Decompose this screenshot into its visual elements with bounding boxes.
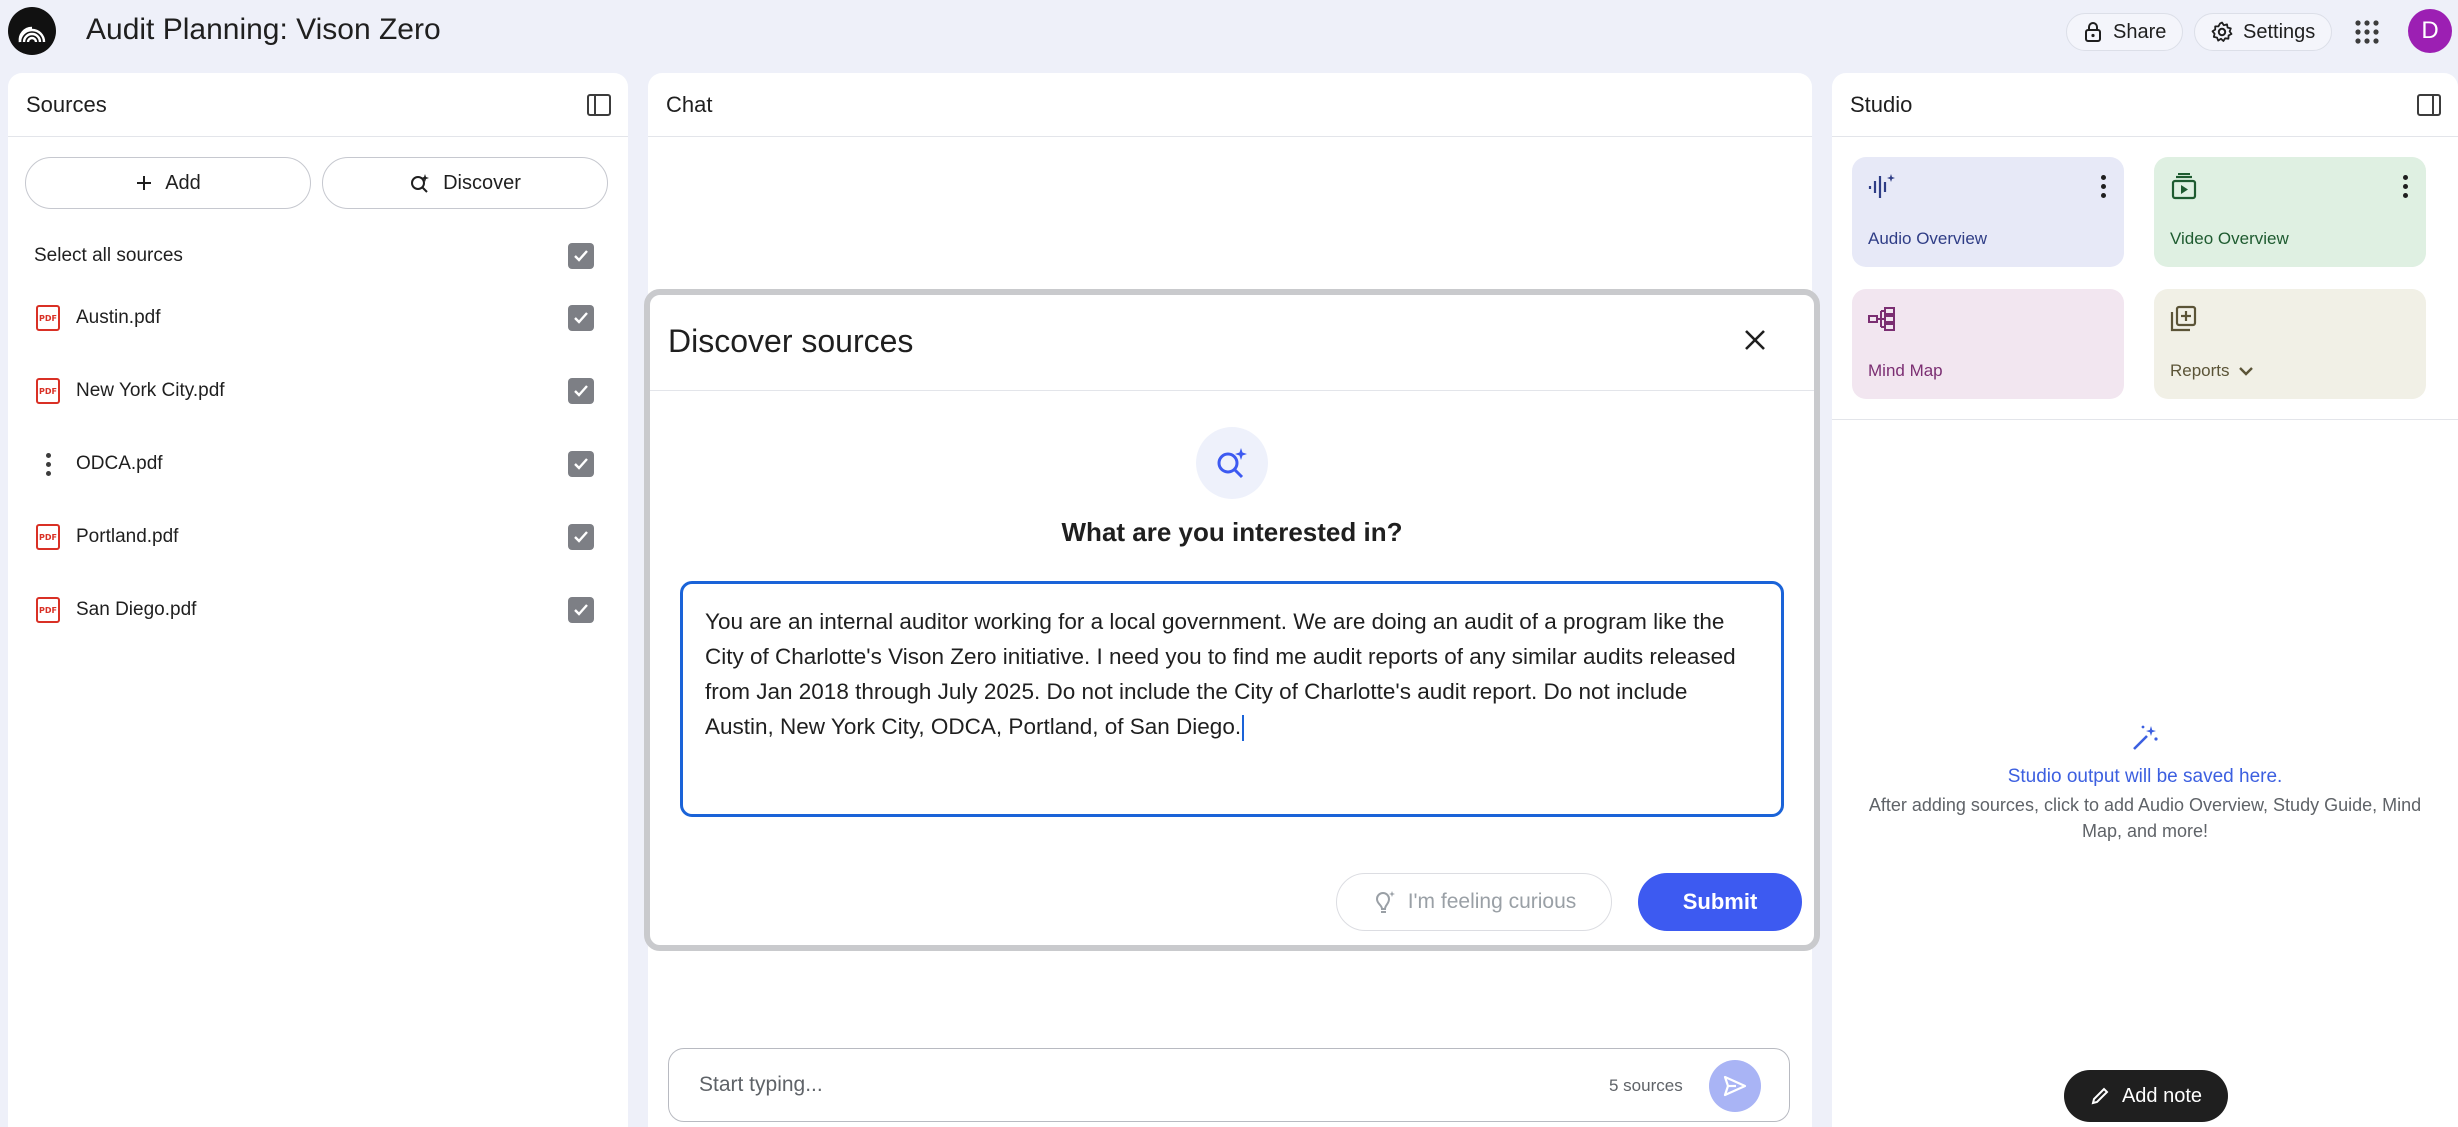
reports-tile[interactable]: Reports <box>2154 289 2426 399</box>
source-name: Portland.pdf <box>76 526 179 547</box>
close-icon[interactable] <box>1740 325 1770 355</box>
source-checkbox[interactable] <box>568 378 594 404</box>
more-vert-icon[interactable] <box>2403 175 2408 198</box>
source-item[interactable]: PDF San Diego.pdf <box>36 590 196 630</box>
more-vert-icon[interactable] <box>36 452 60 476</box>
source-item[interactable]: ODCA.pdf <box>36 444 163 484</box>
check-icon <box>574 250 588 262</box>
mind-map-icon <box>1868 307 1895 331</box>
pdf-icon: PDF <box>36 305 60 331</box>
feeling-curious-button[interactable]: I'm feeling curious <box>1336 873 1612 931</box>
query-text: You are an internal auditor working for … <box>705 609 1736 739</box>
text-caret <box>1242 715 1245 742</box>
check-icon <box>574 604 588 616</box>
settings-button[interactable]: Settings <box>2194 13 2333 51</box>
source-name: ODCA.pdf <box>76 453 163 474</box>
more-vert-icon[interactable] <box>2101 175 2106 198</box>
sources-title: Sources <box>26 91 107 117</box>
studio-panel: Studio Audio Overview Video Overview Min… <box>1832 73 2458 1127</box>
tile-label: Video Overview <box>2170 229 2289 248</box>
add-note-button[interactable]: Add note <box>2064 1070 2228 1122</box>
add-source-label: Add <box>165 171 201 194</box>
source-checkbox[interactable] <box>568 305 594 331</box>
gear-icon <box>2211 21 2233 42</box>
studio-header: Studio <box>1832 73 2458 137</box>
discover-label: Discover <box>443 171 521 194</box>
apps-grid-icon[interactable] <box>2352 17 2382 47</box>
mind-map-tile[interactable]: Mind Map <box>1852 289 2124 399</box>
source-checkbox[interactable] <box>568 524 594 550</box>
pdf-icon: PDF <box>36 378 60 404</box>
dialog-title: Discover sources <box>668 323 914 359</box>
discover-icon <box>411 174 430 193</box>
studio-title: Studio <box>1850 91 1913 117</box>
plus-icon <box>137 176 152 190</box>
tile-label: Reports <box>2170 361 2230 380</box>
magic-wand-icon <box>2133 725 2158 750</box>
source-item[interactable]: PDF Austin.pdf <box>36 298 161 338</box>
source-item[interactable]: PDF Portland.pdf <box>36 517 178 557</box>
top-bar: Audit Planning: Vison Zero Share Setting… <box>0 0 2458 62</box>
video-overview-tile[interactable]: Video Overview <box>2154 157 2426 267</box>
share-label: Share <box>2113 20 2167 43</box>
tile-label: Mind Map <box>1868 361 1943 380</box>
notebook-logo-icon[interactable] <box>8 7 56 55</box>
chevron-down-icon <box>2238 367 2253 376</box>
studio-empty-state: Studio output will be saved here. After … <box>1852 723 2438 844</box>
source-item[interactable]: PDF New York City.pdf <box>36 371 225 411</box>
audio-waveform-icon <box>1868 174 1895 198</box>
source-checkbox[interactable] <box>568 451 594 477</box>
settings-label: Settings <box>2243 20 2316 43</box>
add-source-button[interactable]: Add <box>25 157 311 209</box>
send-button[interactable] <box>1709 1060 1761 1112</box>
check-icon <box>574 385 588 397</box>
source-checkbox[interactable] <box>568 597 594 623</box>
check-icon <box>574 312 588 324</box>
audio-overview-tile[interactable]: Audio Overview <box>1852 157 2124 267</box>
dialog-question: What are you interested in? <box>1061 517 1403 547</box>
sources-panel: Sources Add Discover Select all sources … <box>8 73 628 1127</box>
studio-empty-title: Studio output will be saved here. <box>2007 766 2283 787</box>
submit-button[interactable]: Submit <box>1638 873 1802 931</box>
check-icon <box>574 458 588 470</box>
dialog-header: Discover sources <box>650 295 1814 391</box>
add-note-label: Add note <box>2121 1084 2203 1107</box>
sources-header: Sources <box>8 73 628 137</box>
divider <box>1832 419 2458 420</box>
share-button[interactable]: Share <box>2066 13 2184 51</box>
chat-placeholder: Start typing... <box>699 1073 823 1096</box>
source-count: 5 sources <box>1609 1076 1683 1095</box>
chat-header: Chat <box>648 73 1812 137</box>
source-name: Austin.pdf <box>76 307 161 328</box>
pencil-icon <box>2091 1087 2109 1105</box>
avatar[interactable]: D <box>2408 9 2452 53</box>
video-play-icon <box>2171 173 2197 200</box>
select-all-checkbox[interactable] <box>568 243 594 269</box>
notebook-title[interactable]: Audit Planning: Vison Zero <box>86 13 441 47</box>
collapse-panel-icon[interactable] <box>584 90 614 120</box>
feeling-curious-label: I'm feeling curious <box>1407 890 1577 913</box>
collapse-panel-icon[interactable] <box>2414 90 2444 120</box>
source-name: New York City.pdf <box>76 380 225 401</box>
tile-label: Audio Overview <box>1868 229 1988 248</box>
send-icon <box>1723 1075 1747 1097</box>
chat-input[interactable]: Start typing... 5 sources <box>668 1048 1790 1122</box>
chat-title: Chat <box>666 91 713 117</box>
lock-icon <box>2085 22 2101 42</box>
discover-button[interactable]: Discover <box>322 157 608 209</box>
pdf-icon: PDF <box>36 597 60 623</box>
discover-sources-dialog: Discover sources What are you interested… <box>644 289 1820 951</box>
discover-icon <box>1196 427 1268 499</box>
select-all-label: Select all sources <box>34 245 183 266</box>
check-icon <box>574 531 588 543</box>
source-name: San Diego.pdf <box>76 599 197 620</box>
reports-dropdown[interactable]: Reports <box>2170 361 2254 381</box>
studio-empty-description: After adding sources, click to add Audio… <box>1868 795 2422 841</box>
pdf-icon: PDF <box>36 524 60 550</box>
add-report-icon <box>2170 305 2197 332</box>
discover-query-input[interactable]: You are an internal auditor working for … <box>680 581 1784 817</box>
lightbulb-icon <box>1375 891 1395 913</box>
